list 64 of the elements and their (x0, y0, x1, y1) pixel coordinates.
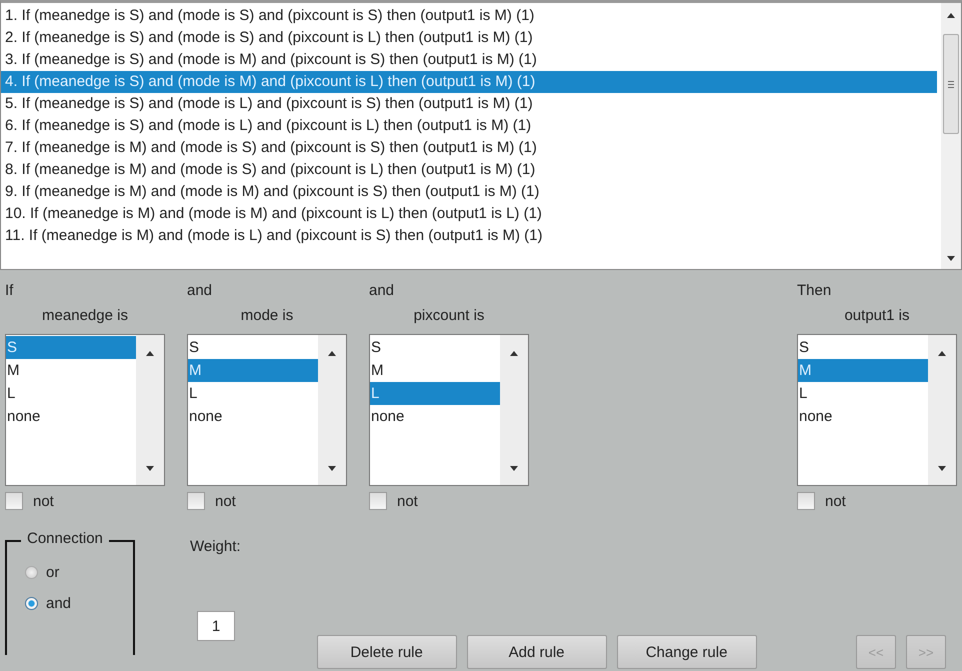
scroll-thumb[interactable] (943, 34, 959, 134)
term-item[interactable]: none (370, 405, 500, 428)
term-item[interactable]: S (370, 336, 500, 359)
clause-label: and (369, 282, 394, 299)
not-checkbox[interactable] (5, 492, 23, 510)
scroll-up-icon[interactable] (938, 351, 946, 356)
rule-item[interactable]: 11. If (meanedge is M) and (mode is L) and (pixcount is S) then (output1 is M) (1) (1, 225, 937, 247)
term-item[interactable]: none (188, 405, 318, 428)
clause-label: and (187, 282, 212, 299)
variable-label: meanedge is (42, 307, 128, 324)
term-item[interactable]: M (370, 359, 500, 382)
term-item[interactable]: none (6, 405, 136, 428)
not-label: not (825, 492, 846, 510)
scroll-down-icon[interactable] (947, 256, 955, 261)
term-item[interactable]: L (798, 382, 928, 405)
weight-label: Weight: (190, 538, 241, 555)
term-item[interactable]: M (6, 359, 136, 382)
rule-item[interactable]: 9. If (meanedge is M) and (mode is M) and (pixcount is S) then (output1 is M) (1) (1, 181, 937, 203)
scroll-up-icon[interactable] (510, 351, 518, 356)
rule-item[interactable]: 5. If (meanedge is S) and (mode is L) and (pixcount is S) then (output1 is M) (1) (1, 93, 937, 115)
not-checkbox[interactable] (797, 492, 815, 510)
rule-button[interactable]: Delete rule (316, 635, 457, 669)
not-label: not (33, 492, 54, 510)
term-listbox[interactable]: S M L none (797, 334, 957, 486)
rule-list[interactable] (0, 0, 962, 270)
not-label: not (397, 492, 418, 510)
rule-button[interactable]: Add rule (466, 635, 607, 669)
term-item[interactable]: L (188, 382, 318, 405)
variable-label: output1 is (844, 307, 910, 324)
rule-item[interactable]: 6. If (meanedge is S) and (mode is L) and (pixcount is L) then (output1 is M) (1) (1, 115, 937, 137)
variable-label: mode is (240, 307, 294, 324)
scroll-down-icon[interactable] (328, 466, 336, 471)
rule-item[interactable]: 1. If (meanedge is S) and (mode is S) and (pixcount is S) then (output1 is M) (1) (1, 5, 937, 27)
term-listbox[interactable]: S M L none (5, 334, 165, 486)
radio-button[interactable] (25, 566, 38, 579)
term-listbox[interactable]: S M L none (187, 334, 347, 486)
term-listbox[interactable]: S M L none (369, 334, 529, 486)
scroll-up-icon[interactable] (146, 351, 154, 356)
rule-item[interactable]: 7. If (meanedge is M) and (mode is S) and (pixcount is S) then (output1 is M) (1) (1, 137, 937, 159)
not-checkbox[interactable] (187, 492, 205, 510)
clause-label: Then (797, 282, 832, 299)
rule-button[interactable]: Change rule (616, 635, 757, 669)
radio-label: or (46, 564, 60, 581)
scrollbar[interactable] (941, 3, 961, 269)
term-item[interactable]: S (798, 336, 928, 359)
rule-item[interactable]: 2. If (meanedge is S) and (mode is S) and (pixcount is L) then (output1 is M) (1) (1, 27, 937, 49)
not-checkbox[interactable] (369, 492, 387, 510)
weight-field[interactable]: 1 (197, 611, 235, 641)
not-label: not (215, 492, 236, 510)
term-item[interactable]: L (6, 382, 136, 405)
term-item[interactable]: S (188, 336, 318, 359)
term-item[interactable]: none (798, 405, 928, 428)
rule-item[interactable]: 8. If (meanedge is M) and (mode is S) and (pixcount is L) then (output1 is M) (1) (1, 159, 937, 181)
scroll-up-icon[interactable] (328, 351, 336, 356)
radio-label: and (46, 595, 72, 612)
rule-item[interactable]: 10. If (meanedge is M) and (mode is M) and (pixcount is L) then (output1 is L) (1) (1, 203, 937, 225)
scroll-down-icon[interactable] (938, 466, 946, 471)
radio-button[interactable] (25, 597, 38, 610)
variable-label: pixcount is (414, 307, 484, 324)
scroll-down-icon[interactable] (146, 466, 154, 471)
clause-label: If (5, 282, 14, 299)
scroll-down-icon[interactable] (510, 466, 518, 471)
rule-item[interactable]: 3. If (meanedge is S) and (mode is M) and (pixcount is S) then (output1 is M) (1) (1, 49, 937, 71)
scroll-up-icon[interactable] (947, 13, 955, 18)
